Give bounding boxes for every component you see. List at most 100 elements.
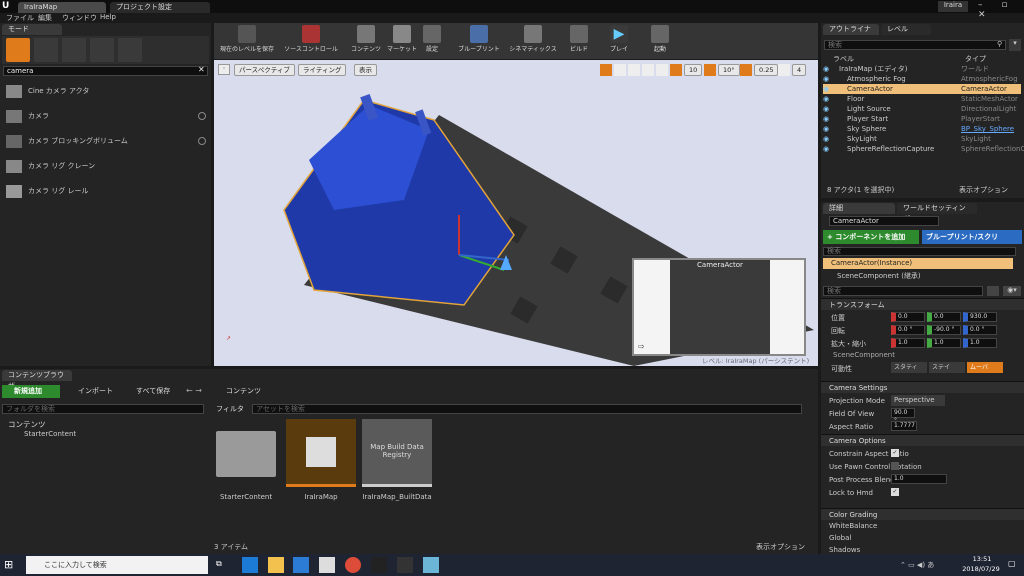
view-options[interactable]: 表示オプション (756, 542, 805, 552)
eye-icon[interactable]: ◉ (823, 114, 831, 124)
tab-outliner[interactable]: アウトライナ (823, 24, 879, 35)
save-all-button[interactable]: すべて保存 (122, 385, 182, 398)
fov-field[interactable]: 90.0 ° (891, 408, 915, 424)
source-control-button[interactable]: ソースコントロール (280, 23, 342, 58)
loc-x[interactable]: 0.0 (891, 312, 925, 322)
eye-icon[interactable]: ◉ (823, 134, 831, 144)
blend-weight-field[interactable]: 1.0 (891, 474, 947, 484)
white-balance-item[interactable]: WhiteBalance (829, 522, 877, 530)
taskbar-search[interactable]: ここに入力して検索 (26, 556, 208, 574)
list-item[interactable]: カメラ ブロッキングボリューム (0, 129, 211, 154)
blueprints-button[interactable]: ブループリント (454, 23, 504, 58)
col-label[interactable]: ラベル (833, 54, 854, 64)
mobility-stationary[interactable]: ステイ (929, 362, 965, 373)
settings-button[interactable]: 設定 (416, 23, 448, 58)
show-button[interactable]: 表示 (354, 64, 377, 76)
cinematics-button[interactable]: シネマティックス (508, 23, 558, 58)
table-row[interactable]: ◉ SphereReflectionCapture SphereReflection… (823, 144, 1024, 154)
location-label[interactable]: 位置 (831, 313, 845, 323)
rot-y[interactable]: -90.0 ° (927, 325, 961, 335)
scale-x[interactable]: 1.0 (891, 338, 925, 348)
camera-speed-icon[interactable] (778, 64, 790, 76)
scale-z[interactable]: 1.0 (963, 338, 997, 348)
perspective-button[interactable]: パースペクティブ (234, 64, 295, 76)
asset-search-input[interactable]: アセットを検索 (252, 404, 802, 414)
table-row[interactable]: ◉ Player Start PlayerStart (823, 114, 1021, 124)
tray-icons[interactable]: ⌃ ▭ ◀) あ (900, 560, 934, 570)
store-icon[interactable] (293, 557, 309, 573)
add-component-button[interactable]: + コンポーネントを追加 (823, 230, 919, 244)
transform-section[interactable]: トランスフォーム (821, 298, 1024, 310)
rot-x[interactable]: 0.0 ° (891, 325, 925, 335)
nav-arrows[interactable]: ← → (186, 386, 202, 395)
outliner-search-input[interactable]: 検索 (824, 40, 1006, 50)
menu-file[interactable]: ファイル (6, 13, 34, 23)
outliner-view-options[interactable]: 表示オプション (959, 185, 1008, 195)
scale-size[interactable]: 0.25 (754, 64, 779, 76)
eye-icon[interactable]: ◉ (823, 84, 831, 94)
app-icon[interactable] (423, 557, 439, 573)
lock-hmd-checkbox[interactable]: ✓ (891, 488, 899, 496)
camera-options-section[interactable]: Camera Options (821, 434, 1024, 446)
menu-edit[interactable]: 編集 (38, 13, 52, 23)
foliage-mode-icon[interactable] (90, 38, 114, 62)
asset-tile[interactable]: Map Build Data Registry (362, 419, 432, 487)
eye-icon[interactable]: ◉ (823, 104, 831, 114)
grid-view-icon[interactable] (987, 286, 999, 296)
rot-z[interactable]: 0.0 ° (963, 325, 997, 335)
import-button[interactable]: インポート (64, 385, 120, 398)
content-browser-tab[interactable]: コンテンツブラウザ (2, 370, 72, 390)
geometry-mode-icon[interactable] (118, 38, 142, 62)
folder-search-input[interactable]: フォルダを検索 (2, 404, 204, 414)
windows-start-icon[interactable]: ⊞ (4, 558, 18, 572)
mobility-movable[interactable]: ムーバ (967, 362, 1003, 373)
eye-icon[interactable]: ◉ (823, 64, 831, 74)
info-icon[interactable] (198, 137, 206, 145)
tab-details[interactable]: 詳細 (823, 203, 895, 214)
epic-launcher-icon[interactable] (371, 557, 387, 573)
table-row[interactable]: ◉ IraIraMap (エディタ) ワールド (823, 64, 1021, 74)
tree-child[interactable]: StarterContent (24, 430, 76, 438)
chrome-icon[interactable] (345, 557, 361, 573)
loc-z[interactable]: 930.0 (963, 312, 997, 322)
global-item[interactable]: Global (829, 534, 851, 542)
rotation-label[interactable]: 回転 (831, 326, 845, 336)
constrain-aspect-checkbox[interactable]: ✓ (891, 449, 899, 457)
scene-component-item[interactable]: SceneComponent (継承) (823, 271, 1013, 282)
details-search-input[interactable]: 検索 (823, 286, 983, 296)
color-grading-section[interactable]: Color Grading (821, 508, 1024, 520)
col-type[interactable]: タイプ (965, 54, 986, 64)
eye-icon[interactable]: ◉ (823, 124, 831, 134)
component-instance[interactable]: CameraActor(Instance) (823, 258, 1013, 269)
list-item[interactable]: カメラ リグ クレーン (0, 154, 211, 179)
table-row[interactable]: ◉ SkyLight SkyLight (823, 134, 1021, 144)
notification-icon[interactable]: ▢ (1008, 559, 1016, 568)
edge-icon[interactable] (242, 557, 258, 573)
pin-icon[interactable]: ⇨ (638, 342, 645, 351)
menu-window[interactable]: ウィンドウ (62, 13, 97, 23)
asset-tile[interactable] (286, 419, 356, 487)
filter-button[interactable]: フィルタ (216, 404, 250, 414)
component-search[interactable]: 検索 (823, 247, 1016, 256)
window-controls[interactable]: – ▫ ✕ (978, 0, 1024, 20)
mail-icon[interactable] (319, 557, 335, 573)
rot-snap-icon[interactable] (704, 64, 716, 76)
loc-y[interactable]: 0.0 (927, 312, 961, 322)
list-item[interactable]: Cine カメラ アクタ (0, 79, 211, 104)
outliner-settings-icon[interactable]: ▾ (1009, 39, 1021, 51)
scale-snap-icon[interactable] (740, 64, 752, 76)
content-button[interactable]: コンテンツ (346, 23, 386, 58)
scale-y[interactable]: 1.0 (927, 338, 961, 348)
scale-label[interactable]: 拡大・縮小 (831, 339, 866, 349)
grid-size[interactable]: 10 (684, 64, 703, 76)
viewport-options-icon[interactable]: ▾ (218, 64, 230, 75)
eye-options-icon[interactable]: ◉▾ (1003, 286, 1021, 296)
viewport[interactable]: ▾ パースペクティブ ライティング 表示 10 10° 0.25 4 Camer… (214, 60, 818, 366)
landscape-mode-icon[interactable] (62, 38, 86, 62)
tab-levels[interactable]: レベル (881, 24, 931, 35)
eye-icon[interactable]: ◉ (823, 94, 831, 104)
save-level-button[interactable]: 現在のレベルを保存 (216, 23, 278, 58)
tab-project-settings[interactable]: プロジェクト設定 (110, 2, 210, 13)
table-row[interactable]: ◉ Sky Sphere BP_Sky_Sphere (823, 124, 1021, 134)
task-view-icon[interactable]: ⧉ (216, 559, 222, 569)
